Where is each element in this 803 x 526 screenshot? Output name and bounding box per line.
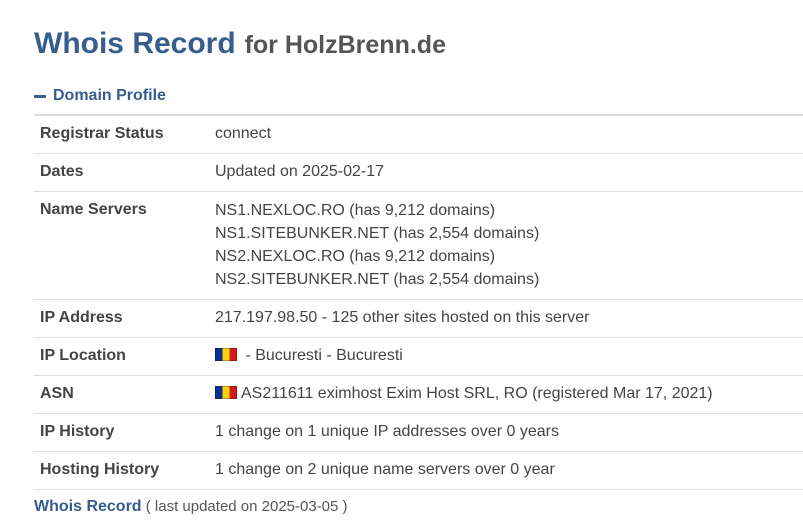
row-label: ASN: [34, 375, 215, 414]
romania-flag-icon: [215, 348, 237, 361]
row-value: Updated on 2025-02-17: [215, 153, 803, 192]
page-title-main: Whois Record: [34, 27, 236, 60]
romania-flag-icon: [215, 386, 237, 399]
name-server-item: NS1.NEXLOC.RO (has 9,212 domains): [215, 202, 496, 219]
row-value: 1 change on 2 unique name servers over 0…: [215, 451, 803, 490]
row-label: Dates: [34, 153, 215, 192]
page-title-domain: for HolzBrenn.de: [244, 31, 446, 59]
last-updated-note: ( last updated on 2025-03-05 ): [141, 498, 348, 515]
page-title: Whois Record for HolzBrenn.de: [34, 22, 446, 65]
row-label: Name Servers: [34, 191, 215, 300]
name-server-item: NS1.SITEBUNKER.NET (has 2,554 domains): [215, 225, 540, 242]
table-row-registrar-status: Registrar Status connect: [34, 116, 803, 154]
table-row-ip-location: IP Location - Bucuresti - Bucuresti: [34, 337, 803, 376]
ip-location-text: - Bucuresti - Bucuresti: [241, 347, 403, 364]
table-row-hosting-history: Hosting History 1 change on 2 unique nam…: [34, 451, 803, 490]
table-row-ip-history: IP History 1 change on 1 unique IP addre…: [34, 413, 803, 452]
row-label: IP Location: [34, 337, 215, 376]
row-label: Hosting History: [34, 451, 215, 490]
domain-profile-table: Registrar Status connect Dates Updated o…: [34, 116, 803, 490]
row-value: NS1.NEXLOC.RO (has 9,212 domains) NS1.SI…: [215, 191, 803, 300]
table-row-dates: Dates Updated on 2025-02-17: [34, 153, 803, 192]
table-row-name-servers: Name Servers NS1.NEXLOC.RO (has 9,212 do…: [34, 191, 803, 300]
asn-text: AS211611 eximhost Exim Host SRL, RO (reg…: [241, 385, 713, 402]
collapse-minus-icon: [34, 94, 46, 98]
row-value: 1 change on 1 unique IP addresses over 0…: [215, 413, 803, 452]
whois-record-footer: Whois Record ( last updated on 2025-03-0…: [34, 496, 348, 518]
whois-record-link[interactable]: Whois Record: [34, 498, 142, 515]
row-value: AS211611 eximhost Exim Host SRL, RO (reg…: [215, 375, 803, 414]
domain-profile-toggle[interactable]: Domain Profile: [34, 84, 166, 108]
row-value: 217.197.98.50 - 125 other sites hosted o…: [215, 299, 803, 338]
row-label: IP Address: [34, 299, 215, 338]
name-server-item: NS2.SITEBUNKER.NET (has 2,554 domains): [215, 271, 540, 288]
row-label: Registrar Status: [34, 116, 215, 154]
table-row-asn: ASN AS211611 eximhost Exim Host SRL, RO …: [34, 375, 803, 414]
row-value: connect: [215, 116, 803, 154]
table-row-ip-address: IP Address 217.197.98.50 - 125 other sit…: [34, 299, 803, 338]
row-label: IP History: [34, 413, 215, 452]
name-server-item: NS2.NEXLOC.RO (has 9,212 domains): [215, 248, 496, 265]
domain-profile-heading: Domain Profile: [53, 87, 166, 104]
row-value: - Bucuresti - Bucuresti: [215, 337, 803, 376]
